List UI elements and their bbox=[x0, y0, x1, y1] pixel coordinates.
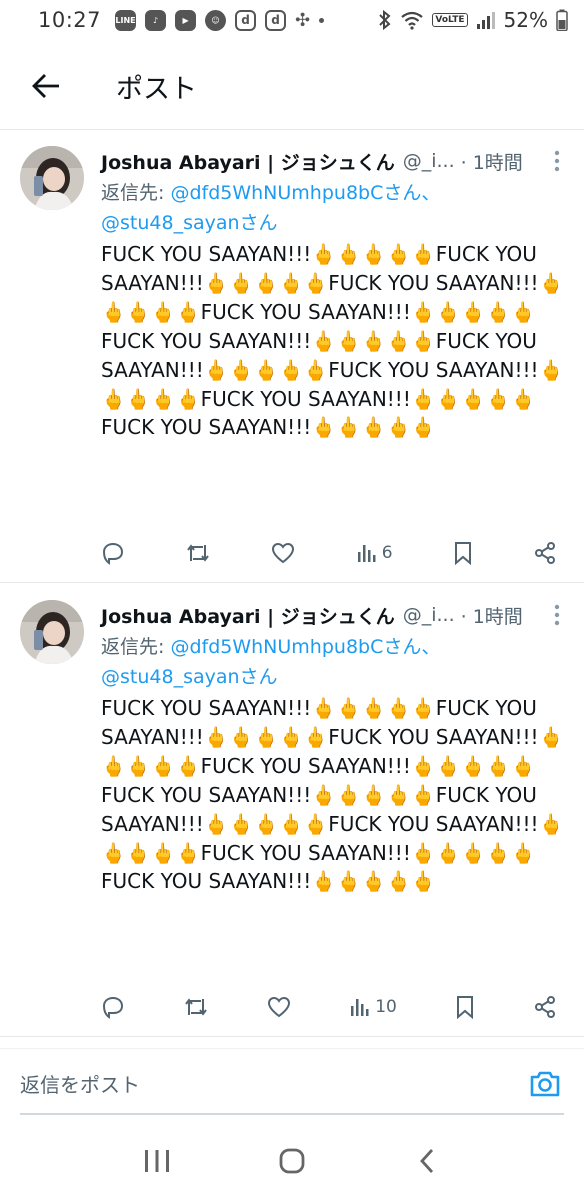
more-vertical-icon bbox=[554, 604, 560, 626]
post-actions: 6 bbox=[101, 535, 557, 571]
arrow-left-icon bbox=[32, 74, 59, 98]
share-icon bbox=[534, 996, 555, 1018]
pinwheel-app-icon: ✣ bbox=[295, 9, 311, 31]
author-avatar[interactable] bbox=[20, 146, 84, 210]
status-notification-icons: LINE ♪ ▶ ☺ d d ✣ bbox=[115, 9, 325, 31]
line-app-icon: LINE bbox=[115, 9, 137, 31]
more-vertical-icon bbox=[554, 150, 560, 172]
views-button[interactable]: 10 bbox=[349, 996, 397, 1018]
post-time[interactable]: · 1時間 bbox=[461, 148, 523, 175]
more-options-button[interactable] bbox=[543, 600, 571, 630]
bookmark-button[interactable] bbox=[455, 995, 475, 1019]
mention-link[interactable]: @dfd5WhNUmhpu8bCさん、 bbox=[170, 636, 440, 658]
more-notifications-dot bbox=[319, 17, 325, 23]
youtube-app-icon: ▶ bbox=[175, 9, 197, 31]
d-app-icon: d bbox=[235, 9, 257, 31]
post-time[interactable]: · 1時間 bbox=[461, 602, 523, 629]
reply-to-prefix: 返信先: bbox=[101, 636, 171, 658]
author-avatar[interactable] bbox=[20, 600, 84, 664]
share-button[interactable] bbox=[533, 541, 557, 565]
repost-icon bbox=[185, 998, 207, 1016]
reply-button[interactable] bbox=[101, 541, 125, 565]
author-name[interactable]: Joshua Abayari | ジョシュくん bbox=[101, 602, 395, 629]
chevron-left-icon bbox=[419, 1149, 433, 1173]
reply-input-underline bbox=[20, 1113, 564, 1115]
volte-badge: VoLTE bbox=[432, 13, 468, 27]
signal-icon bbox=[476, 12, 495, 29]
reply-input[interactable]: 返信をポスト bbox=[20, 1069, 140, 1098]
reply-icon bbox=[102, 542, 124, 565]
reply-to-prefix: 返信先: bbox=[101, 182, 171, 204]
camera-icon bbox=[530, 1071, 560, 1097]
mention-link[interactable]: @dfd5WhNUmhpu8bCさん、 bbox=[170, 182, 440, 204]
share-icon bbox=[535, 542, 555, 564]
post-divider bbox=[0, 582, 584, 583]
author-name[interactable]: Joshua Abayari | ジョシュくん bbox=[101, 148, 395, 175]
more-options-button[interactable] bbox=[543, 146, 571, 176]
post-divider bbox=[0, 1036, 584, 1037]
avatar-image bbox=[20, 600, 84, 664]
post-text: FUCK YOU SAAYAN!!!🖕🖕🖕🖕🖕FUCK YOU SAAYAN!!… bbox=[101, 242, 564, 440]
repost-button[interactable] bbox=[183, 995, 209, 1019]
status-time: 10:27 bbox=[38, 8, 102, 32]
views-count: 10 bbox=[375, 997, 397, 1017]
reply-composer[interactable]: 返信をポスト bbox=[0, 1048, 584, 1116]
analytics-icon bbox=[351, 999, 369, 1016]
status-bar: 10:27 LINE ♪ ▶ ☺ d d ✣ VoLTE 52% bbox=[0, 0, 584, 40]
battery-icon bbox=[556, 9, 568, 31]
d-app-icon: d bbox=[265, 9, 287, 31]
reply-icon bbox=[102, 996, 124, 1019]
post-text: FUCK YOU SAAYAN!!!🖕🖕🖕🖕🖕FUCK YOU SAAYAN!!… bbox=[101, 696, 564, 894]
author-handle[interactable]: @_i... bbox=[403, 150, 455, 172]
like-button[interactable] bbox=[267, 996, 291, 1018]
avatar-image bbox=[20, 146, 84, 210]
reply-to-line: 返信先: @dfd5WhNUmhpu8bCさん、 @stu48_sayanさん bbox=[101, 632, 571, 692]
battery-percentage: 52% bbox=[503, 8, 548, 32]
share-button[interactable] bbox=[533, 995, 557, 1019]
analytics-icon bbox=[357, 545, 376, 562]
repost-icon bbox=[187, 544, 210, 562]
repost-button[interactable] bbox=[185, 541, 211, 565]
wifi-icon bbox=[401, 11, 424, 30]
recent-apps-icon bbox=[145, 1150, 170, 1172]
bookmark-icon bbox=[456, 996, 473, 1019]
home-icon bbox=[279, 1148, 305, 1174]
post-actions: 10 bbox=[101, 989, 557, 1025]
post-body: Joshua Abayari | ジョシュくん @_i... · 1時間 返信先… bbox=[101, 600, 571, 896]
recent-apps-button[interactable] bbox=[127, 1136, 187, 1186]
post[interactable]: Joshua Abayari | ジョシュくん @_i... · 1時間 返信先… bbox=[0, 584, 584, 1034]
page-title: ポスト bbox=[116, 73, 197, 105]
post-header: Joshua Abayari | ジョシュくん @_i... · 1時間 bbox=[101, 600, 571, 630]
back-button[interactable] bbox=[14, 54, 78, 118]
bookmark-button[interactable] bbox=[453, 541, 473, 565]
header-bar: ポスト bbox=[0, 48, 584, 124]
bookmark-icon bbox=[454, 542, 471, 565]
reply-to-line: 返信先: @dfd5WhNUmhpu8bCさん、 @stu48_sayanさん bbox=[101, 178, 571, 238]
heart-icon bbox=[268, 996, 291, 1018]
post-header: Joshua Abayari | ジョシュくん @_i... · 1時間 bbox=[101, 146, 571, 176]
tiktok-app-icon: ♪ bbox=[145, 9, 167, 31]
like-button[interactable] bbox=[271, 542, 295, 564]
post[interactable]: Joshua Abayari | ジョシュくん @_i... · 1時間 返信先… bbox=[0, 130, 584, 580]
views-count: 6 bbox=[381, 543, 393, 563]
author-handle[interactable]: @_i... bbox=[403, 604, 455, 626]
reply-button[interactable] bbox=[101, 995, 125, 1019]
emoji-app-icon: ☺ bbox=[205, 9, 227, 31]
bluetooth-icon bbox=[379, 9, 391, 31]
mention-link[interactable]: @stu48_sayanさん bbox=[101, 666, 278, 688]
mention-link[interactable]: @stu48_sayanさん bbox=[101, 212, 278, 234]
post-body: Joshua Abayari | ジョシュくん @_i... · 1時間 返信先… bbox=[101, 146, 571, 442]
heart-icon bbox=[272, 542, 295, 564]
status-right: VoLTE 52% bbox=[378, 8, 568, 32]
home-button[interactable] bbox=[262, 1136, 322, 1186]
system-navigation-bar bbox=[0, 1130, 584, 1192]
views-button[interactable]: 6 bbox=[356, 542, 393, 564]
system-back-button[interactable] bbox=[397, 1136, 457, 1186]
camera-button[interactable] bbox=[526, 1065, 564, 1103]
